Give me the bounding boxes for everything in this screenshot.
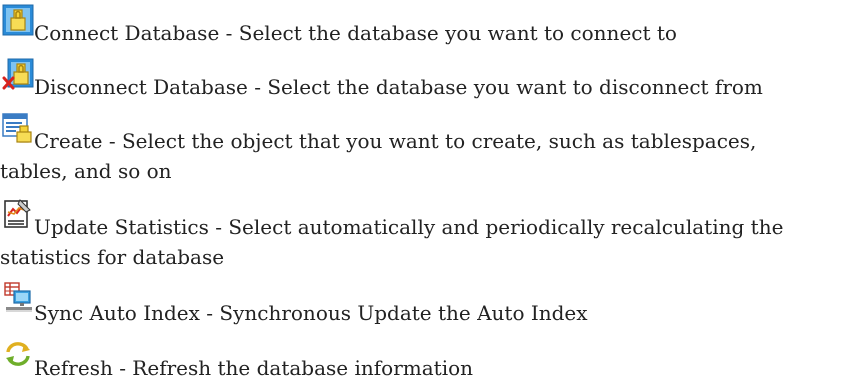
entry-text: Connect Database - Select the database y… <box>34 21 677 45</box>
entry-text-continuation: tables, and so on <box>0 159 172 183</box>
disconnect-database-icon <box>2 58 34 90</box>
entry-text: Disconnect Database - Select the databas… <box>34 75 763 99</box>
create-object-icon <box>2 112 34 144</box>
connect-database-icon <box>2 4 34 36</box>
entry-text: Sync Auto Index - Synchronous Update the… <box>34 301 588 325</box>
refresh-icon <box>2 338 34 370</box>
toolbar-help-document: Connect Database - Select the database y… <box>0 0 860 391</box>
entry-text: Update Statistics - Select automatically… <box>34 215 784 239</box>
sync-auto-index-icon <box>2 282 34 314</box>
update-statistics-icon <box>2 198 34 230</box>
entry-text: Refresh - Refresh the database informati… <box>34 356 474 380</box>
entry-text: Create - Select the object that you want… <box>34 129 757 153</box>
entry-text-continuation: statistics for database <box>0 245 225 269</box>
